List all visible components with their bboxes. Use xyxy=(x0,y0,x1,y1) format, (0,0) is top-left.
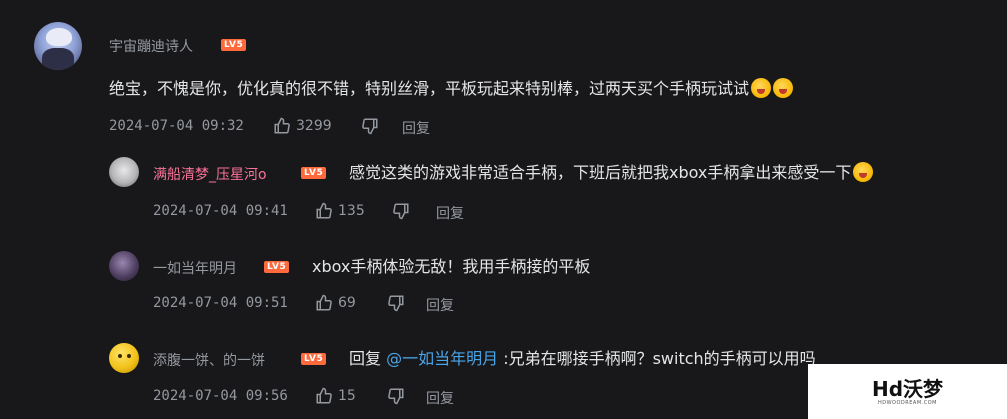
username[interactable]: 一如当年明月 xyxy=(153,258,237,278)
reply-timestamp: 2024-07-04 09:56 xyxy=(153,388,288,404)
like-button[interactable]: 15 xyxy=(315,386,356,406)
avatar[interactable] xyxy=(109,251,139,281)
thumbs-down-icon xyxy=(393,203,409,220)
avatar[interactable] xyxy=(34,22,82,70)
like-button[interactable]: 3299 xyxy=(273,116,332,136)
comment-body: 绝宝，不愧是你，优化真的很不错，特别丝滑，平板玩起来特别棒，过两天买个手柄玩试试 xyxy=(109,79,750,98)
like-count: 15 xyxy=(338,388,356,404)
reply-button[interactable]: 回复 xyxy=(426,295,454,315)
like-button[interactable]: 69 xyxy=(315,293,356,313)
username[interactable]: 添腹一饼、的一饼 xyxy=(153,350,265,370)
thumbs-up-icon xyxy=(316,387,332,404)
level-badge: LV5 xyxy=(301,353,327,365)
like-count: 3299 xyxy=(296,118,332,134)
username[interactable]: 满船清梦_压星河o xyxy=(153,164,267,184)
mention-link[interactable]: @一如当年明月 xyxy=(386,349,498,368)
username[interactable]: 宇宙蹦迪诗人 xyxy=(109,36,193,56)
reply-button[interactable]: 回复 xyxy=(436,203,464,223)
level-badge: LV5 xyxy=(221,39,247,51)
wow-face-emoji xyxy=(773,78,794,98)
wow-face-emoji xyxy=(853,162,874,182)
thumbs-up-icon xyxy=(274,117,290,134)
watermark: Hd沃梦 HDWOODREAM.COM xyxy=(808,364,1007,419)
watermark-sub: HDWOODREAM.COM xyxy=(878,399,937,406)
comment-timestamp: 2024-07-04 09:32 xyxy=(109,118,244,134)
reply-timestamp: 2024-07-04 09:51 xyxy=(153,295,288,311)
comment-text: 绝宝，不愧是你，优化真的很不错，特别丝滑，平板玩起来特别棒，过两天买个手柄玩试试 xyxy=(109,78,794,100)
like-count: 135 xyxy=(338,203,365,219)
reply-text: 感觉这类的游戏非常适合手柄，下班后就把我xbox手柄拿出来感受一下 xyxy=(349,162,874,184)
reply-prefix: 回复 xyxy=(349,349,387,368)
watermark-brand: Hd沃梦 xyxy=(871,376,944,401)
level-badge: LV5 xyxy=(301,167,327,179)
dislike-button[interactable] xyxy=(387,293,405,313)
thumbs-up-icon xyxy=(316,202,332,219)
reply-text: 回复 @一如当年明月 :兄弟在哪接手柄啊？switch的手柄可以用吗 xyxy=(349,348,816,370)
thumbs-down-icon xyxy=(388,388,404,405)
avatar[interactable] xyxy=(109,343,139,373)
reply-text: xbox手柄体验无敌！我用手柄接的平板 xyxy=(312,257,591,276)
level-badge: LV5 xyxy=(264,261,290,273)
dislike-button[interactable] xyxy=(392,201,410,221)
reply-body: :兄弟在哪接手柄啊？switch的手柄可以用吗 xyxy=(498,349,816,368)
avatar[interactable] xyxy=(109,157,139,187)
thumbs-down-icon xyxy=(388,295,404,312)
like-button[interactable]: 135 xyxy=(315,201,365,221)
dislike-button[interactable] xyxy=(387,386,405,406)
wow-face-emoji xyxy=(751,78,772,98)
reply-body: 感觉这类的游戏非常适合手柄，下班后就把我xbox手柄拿出来感受一下 xyxy=(349,163,852,182)
thumbs-down-icon xyxy=(362,118,378,135)
reply-timestamp: 2024-07-04 09:41 xyxy=(153,203,288,219)
like-count: 69 xyxy=(338,295,356,311)
dislike-button[interactable] xyxy=(361,116,379,136)
thumbs-up-icon xyxy=(316,294,332,311)
reply-button[interactable]: 回复 xyxy=(426,388,454,408)
reply-button[interactable]: 回复 xyxy=(402,118,430,138)
